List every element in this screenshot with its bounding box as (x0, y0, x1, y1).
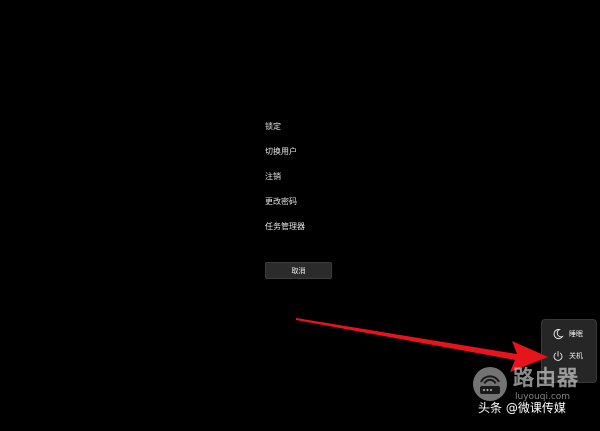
power-icon (553, 350, 563, 361)
sleep-label: 睡眠 (569, 330, 583, 338)
sign-out-option[interactable]: 注销 (265, 172, 305, 182)
ctrl-alt-del-screen: 锁定 切换用户 注销 更改密码 任务管理器 取消 睡眠 关机 路由器 luyou… (0, 0, 600, 431)
change-password-option[interactable]: 更改密码 (265, 197, 305, 207)
security-options-menu: 锁定 切换用户 注销 更改密码 任务管理器 (265, 122, 305, 247)
sleep-option[interactable]: 睡眠 (548, 327, 594, 341)
lock-option[interactable]: 锁定 (265, 122, 305, 132)
router-logo-icon (473, 367, 507, 401)
moon-icon (553, 329, 564, 340)
watermark-logo-text: 路由器 (513, 366, 579, 390)
cancel-button[interactable]: 取消 (265, 262, 332, 279)
watermark-credit: 头条 @微课传媒 (478, 401, 566, 415)
shutdown-option[interactable]: 关机 (548, 349, 594, 363)
switch-user-option[interactable]: 切换用户 (265, 147, 305, 157)
task-manager-option[interactable]: 任务管理器 (265, 222, 305, 232)
shutdown-label: 关机 (569, 352, 583, 360)
